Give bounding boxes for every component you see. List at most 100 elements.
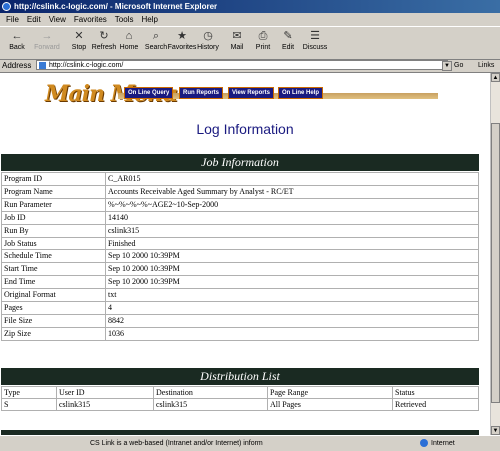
table-row: Original Format txt (1, 288, 479, 303)
scroll-up-icon[interactable]: ▲ (491, 73, 500, 82)
field-value: Sep 10 2000 10:39PM (105, 249, 479, 264)
edit-button[interactable]: ✎ Edit (273, 28, 303, 58)
nav-run-reports[interactable]: Run Reports (179, 87, 223, 99)
table-row: Schedule Time Sep 10 2000 10:39PM (1, 249, 479, 264)
table-row: End Time Sep 10 2000 10:39PM (1, 275, 479, 290)
field-label: Pages (1, 301, 106, 315)
field-label: Run Parameter (1, 197, 106, 212)
home-button[interactable]: ⌂ Home (114, 28, 144, 58)
window-title: http://cslink.c-logic.com/ - Microsoft I… (14, 2, 218, 11)
field-label: Program ID (1, 172, 106, 186)
edit-icon: ✎ (283, 30, 293, 42)
home-icon: ⌂ (125, 30, 133, 42)
menu-favorites[interactable]: Favorites (70, 13, 111, 26)
address-input[interactable]: http://cslink.c-logic.com/ (36, 60, 448, 70)
field-value: Sep 10 2000 10:39PM (105, 275, 479, 290)
field-label: File Size (1, 313, 106, 328)
menu-edit[interactable]: Edit (23, 13, 45, 26)
column-header: User ID (56, 386, 154, 399)
column-header: Status (392, 386, 479, 399)
scroll-thumb[interactable] (491, 123, 500, 403)
table-cell: cslink315 (56, 398, 154, 411)
go-button[interactable]: Go (454, 59, 463, 72)
nav-view-reports[interactable]: View Reports (228, 87, 274, 99)
field-label: Job ID (1, 210, 106, 225)
page-title: Log Information (196, 121, 294, 137)
menu-file[interactable]: File (0, 13, 23, 26)
back-arrow-icon: ← (11, 30, 23, 42)
table-cell: S (1, 398, 57, 411)
table-row: Job Status Finished (1, 236, 479, 251)
field-label: Zip Size (1, 326, 106, 341)
address-dropdown-icon[interactable]: ▼ (442, 61, 452, 71)
table-row: Pages 4 (1, 301, 479, 315)
nav-online-help[interactable]: On Line Help (278, 87, 324, 99)
table-row: Start Time Sep 10 2000 10:39PM (1, 262, 479, 277)
status-bar: CS Link is a web-based (Intranet and/or … (0, 435, 500, 451)
field-label: Start Time (1, 262, 106, 277)
field-value: 8842 (105, 313, 479, 328)
field-value: cslink315 (105, 223, 479, 238)
table-row: Program ID C_AR015 (1, 172, 479, 186)
scroll-down-icon[interactable]: ▼ (491, 426, 500, 435)
discuss-icon: ☰ (310, 30, 320, 42)
toolbar: ← Back → Forward ✕ Stop ↻ Refresh ⌂ Home ⌕ Sea… (0, 27, 500, 60)
field-label: Schedule Time (1, 249, 106, 264)
table-cell: All Pages (267, 398, 393, 411)
field-value: %~%~%~%~AGE2~10-Sep-2000 (105, 197, 479, 212)
menu-tools[interactable]: Tools (111, 13, 138, 26)
menu-bar: File Edit View Favorites Tools Help (0, 13, 500, 27)
history-icon: ◷ (203, 30, 213, 42)
table-row: File Size 8842 (1, 313, 479, 328)
distribution-list-table: Type User ID Destination Page Range Status Sc… (1, 386, 479, 411)
column-header: Destination (153, 386, 268, 399)
internet-zone-icon (420, 439, 428, 448)
refresh-icon: ↻ (99, 30, 109, 42)
stop-icon: ✕ (74, 30, 84, 42)
page-viewport: Main Menu On Line Query Run Reports View… (0, 73, 490, 435)
vertical-scrollbar[interactable]: ▲ ▼ (490, 73, 500, 435)
column-header: Page Range (267, 386, 393, 399)
print-icon: ⎙ (258, 30, 268, 42)
field-value: txt (105, 288, 479, 303)
field-value: Finished (105, 236, 479, 251)
forward-button[interactable]: → Forward (32, 28, 62, 58)
field-value: Accounts Receivable Aged Summary by Anal… (105, 184, 479, 199)
table-row: Job ID 14140 (1, 210, 479, 225)
table-row: Scslink315 cslink315 All Pages Retrieved (1, 398, 479, 411)
nav-online-query[interactable]: On Line Query (124, 87, 174, 99)
job-information-header: Job Information (1, 154, 479, 171)
field-value: Sep 10 2000 10:39PM (105, 262, 479, 277)
address-url: http://cslink.c-logic.com/ (49, 62, 124, 69)
forward-arrow-icon: → (41, 30, 53, 42)
back-button[interactable]: ← Back (2, 28, 32, 58)
field-value: C_AR015 (105, 172, 479, 186)
security-zone: Internet (420, 436, 455, 451)
address-bar: Address http://cslink.c-logic.com/ ▼ Go … (0, 59, 500, 82)
table-header-row: Type User ID Destination Page Range Status (1, 386, 479, 399)
field-label: Job Status (1, 236, 106, 251)
field-label: Program Name (1, 184, 106, 199)
menu-view[interactable]: View (45, 13, 70, 26)
distribution-list-header: Distribution List (1, 368, 479, 385)
address-label: Address (2, 61, 32, 70)
status-text: CS Link is a web-based (Intranet and/or … (90, 440, 263, 447)
search-icon: ⌕ (152, 30, 160, 42)
field-label: Original Format (1, 288, 106, 303)
table-cell: cslink315 (153, 398, 268, 411)
discuss-button[interactable]: ☰ Discuss (300, 28, 330, 58)
page-icon (39, 62, 46, 69)
column-header: Type (1, 386, 57, 399)
favorites-icon: ★ (177, 30, 187, 42)
field-value: 14140 (105, 210, 479, 225)
history-button[interactable]: ◷ History (193, 28, 223, 58)
job-information-table: Program ID C_AR015 Program Name Accounts Re… (1, 172, 479, 341)
field-value: 1036 (105, 326, 479, 341)
field-label: Run By (1, 223, 106, 238)
table-row: Run By cslink315 (1, 223, 479, 238)
mail-icon: ✉ (232, 30, 242, 42)
table-row: Run Parameter %~%~%~%~AGE2~10-Sep-2000 (1, 197, 479, 212)
table-row: Zip Size 1036 (1, 326, 479, 341)
field-label: End Time (1, 275, 106, 290)
menu-help[interactable]: Help (137, 13, 161, 26)
